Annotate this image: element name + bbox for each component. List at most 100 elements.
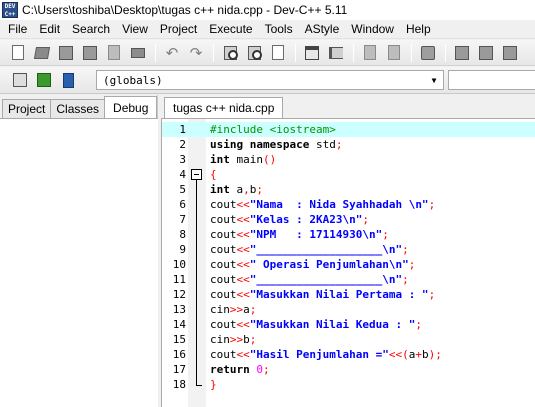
title-bar: DEV C++ C:\Users\toshiba\Desktop\tugas c… xyxy=(0,0,535,20)
code-text: cout<<" Operasi Penjumlahan\n"; xyxy=(210,258,416,271)
print-button[interactable] xyxy=(128,43,148,63)
code-text: return 0; xyxy=(210,363,270,376)
menu-execute[interactable]: Execute xyxy=(203,22,258,36)
save-all-button[interactable] xyxy=(80,43,100,63)
code-text: cout<<"Hasil Penjumlahan ="<<(a+b); xyxy=(210,348,442,361)
code-line[interactable]: 17 return 0; xyxy=(162,362,535,377)
code-line[interactable]: 11 cout<<"___________________\n"; xyxy=(162,272,535,287)
tab-classes[interactable]: Classes xyxy=(50,99,106,118)
code-line[interactable]: 13 cin>>a; xyxy=(162,302,535,317)
code-line[interactable]: 9 cout<<"___________________\n"; xyxy=(162,242,535,257)
tab-debug[interactable]: Debug xyxy=(104,96,158,118)
toggle-comment-button[interactable] xyxy=(384,43,404,63)
code-line[interactable]: 18} xyxy=(162,377,535,392)
undo-button[interactable]: ↶ xyxy=(162,43,182,63)
code-text: cout<<"Masukkan Nilai Pertama : "; xyxy=(210,288,436,301)
code-line[interactable]: 7 cout<<"Kelas : 2KA23\n"; xyxy=(162,212,535,227)
menu-search[interactable]: Search xyxy=(66,22,116,36)
fold-guide-line xyxy=(196,180,197,385)
open-file-icon xyxy=(33,46,51,59)
fold-guide-end xyxy=(196,385,202,386)
new-file-button[interactable] xyxy=(8,43,28,63)
new-file-icon xyxy=(12,45,24,60)
tab-project[interactable]: Project xyxy=(2,99,52,118)
redo-button[interactable]: ↷ xyxy=(186,43,206,63)
find-button[interactable] xyxy=(220,43,240,63)
save-button[interactable] xyxy=(56,43,76,63)
left-panel-body[interactable] xyxy=(0,118,158,407)
debug-button[interactable] xyxy=(500,43,520,63)
code-line[interactable]: 16 cout<<"Hasil Penjumlahan ="<<(a+b); xyxy=(162,347,535,362)
menu-window[interactable]: Window xyxy=(345,22,400,36)
menu-view[interactable]: View xyxy=(116,22,154,36)
menu-help[interactable]: Help xyxy=(400,22,437,36)
code-line[interactable]: 4{ xyxy=(162,167,535,182)
help-button[interactable] xyxy=(58,70,78,90)
save-icon xyxy=(59,45,73,60)
code-text: cout<<"Kelas : 2KA23\n"; xyxy=(210,213,369,226)
unindent-icon xyxy=(364,45,376,60)
globals-value: (globals) xyxy=(103,73,163,87)
code-text: #include <iostream> xyxy=(210,123,336,136)
fold-toggle-icon[interactable] xyxy=(191,169,202,180)
line-number: 8 xyxy=(179,228,186,241)
tab-file[interactable]: tugas c++ nida.cpp xyxy=(164,97,284,118)
code-text: cin>>b; xyxy=(210,333,257,346)
line-number: 6 xyxy=(179,198,186,211)
open-file-button[interactable] xyxy=(32,43,52,63)
compile-button[interactable] xyxy=(10,70,30,90)
replace-icon xyxy=(247,45,262,60)
code-line[interactable]: 2 using namespace std; xyxy=(162,137,535,152)
goto-button[interactable] xyxy=(268,43,288,63)
editor-tab-bar: tugas c++ nida.cpp xyxy=(161,95,535,118)
code-line[interactable]: 15 cin>>b; xyxy=(162,332,535,347)
toggle-window-button[interactable] xyxy=(302,43,322,63)
compile-icon xyxy=(13,73,27,87)
compile-options-button[interactable] xyxy=(452,43,472,63)
left-panel-tabs: Project Classes Debug xyxy=(2,96,158,118)
unindent-button[interactable] xyxy=(360,43,380,63)
globals-dropdown[interactable]: (globals) ▼ xyxy=(96,70,444,90)
replace-button[interactable] xyxy=(244,43,264,63)
code-line[interactable]: 12 cout<<"Masukkan Nilai Pertama : "; xyxy=(162,287,535,302)
menu-astyle[interactable]: AStyle xyxy=(299,22,346,36)
function-dropdown[interactable] xyxy=(448,70,535,90)
toggle-comment-icon xyxy=(388,45,400,60)
dev-cpp-app-icon[interactable]: DEV C++ xyxy=(2,2,18,18)
menu-tools[interactable]: Tools xyxy=(259,22,299,36)
print-icon xyxy=(131,47,145,58)
code-line[interactable]: 6 cout<<"Nama : Nida Syahhadah \n"; xyxy=(162,197,535,212)
close-file-button[interactable] xyxy=(104,43,124,63)
stop-icon xyxy=(479,45,493,60)
code-text: using namespace std; xyxy=(210,138,343,151)
chevron-down-icon[interactable]: ▼ xyxy=(427,73,441,87)
line-number: 15 xyxy=(172,333,186,346)
code-line[interactable]: 3 int main() xyxy=(162,152,535,167)
menu-project[interactable]: Project xyxy=(154,22,203,36)
stop-button[interactable] xyxy=(476,43,496,63)
indent-icon xyxy=(329,46,343,59)
line-number: 7 xyxy=(179,213,186,226)
code-line[interactable]: 8 cout<<"NPM : 17114930\n"; xyxy=(162,227,535,242)
code-line[interactable]: 1 #include <iostream> xyxy=(162,122,535,137)
goto-icon xyxy=(272,45,284,60)
toolbar-separator xyxy=(411,43,412,62)
code-editor[interactable]: 1 #include <iostream> 2 using namespace std… xyxy=(161,118,535,407)
code-line[interactable]: 5 int a,b; xyxy=(162,182,535,197)
close-file-icon xyxy=(108,45,120,60)
line-number: 1 xyxy=(179,123,186,136)
code-text: cout<<"NPM : 17114930\n"; xyxy=(210,228,389,241)
code-text: } xyxy=(210,378,217,391)
code-line[interactable]: 10 cout<<" Operasi Penjumlahan\n"; xyxy=(162,257,535,272)
code-line[interactable]: 14 cout<<"Masukkan Nilai Kedua : "; xyxy=(162,317,535,332)
help-book-icon xyxy=(62,72,74,88)
code-text: { xyxy=(210,168,217,181)
bookmark-button[interactable] xyxy=(418,43,438,63)
run-button[interactable] xyxy=(34,70,54,90)
line-number: 16 xyxy=(172,348,186,361)
menu-file[interactable]: File xyxy=(2,22,33,36)
line-number: 13 xyxy=(172,303,186,316)
menu-edit[interactable]: Edit xyxy=(33,22,66,36)
indent-button[interactable] xyxy=(326,43,346,63)
line-number: 11 xyxy=(172,273,186,286)
